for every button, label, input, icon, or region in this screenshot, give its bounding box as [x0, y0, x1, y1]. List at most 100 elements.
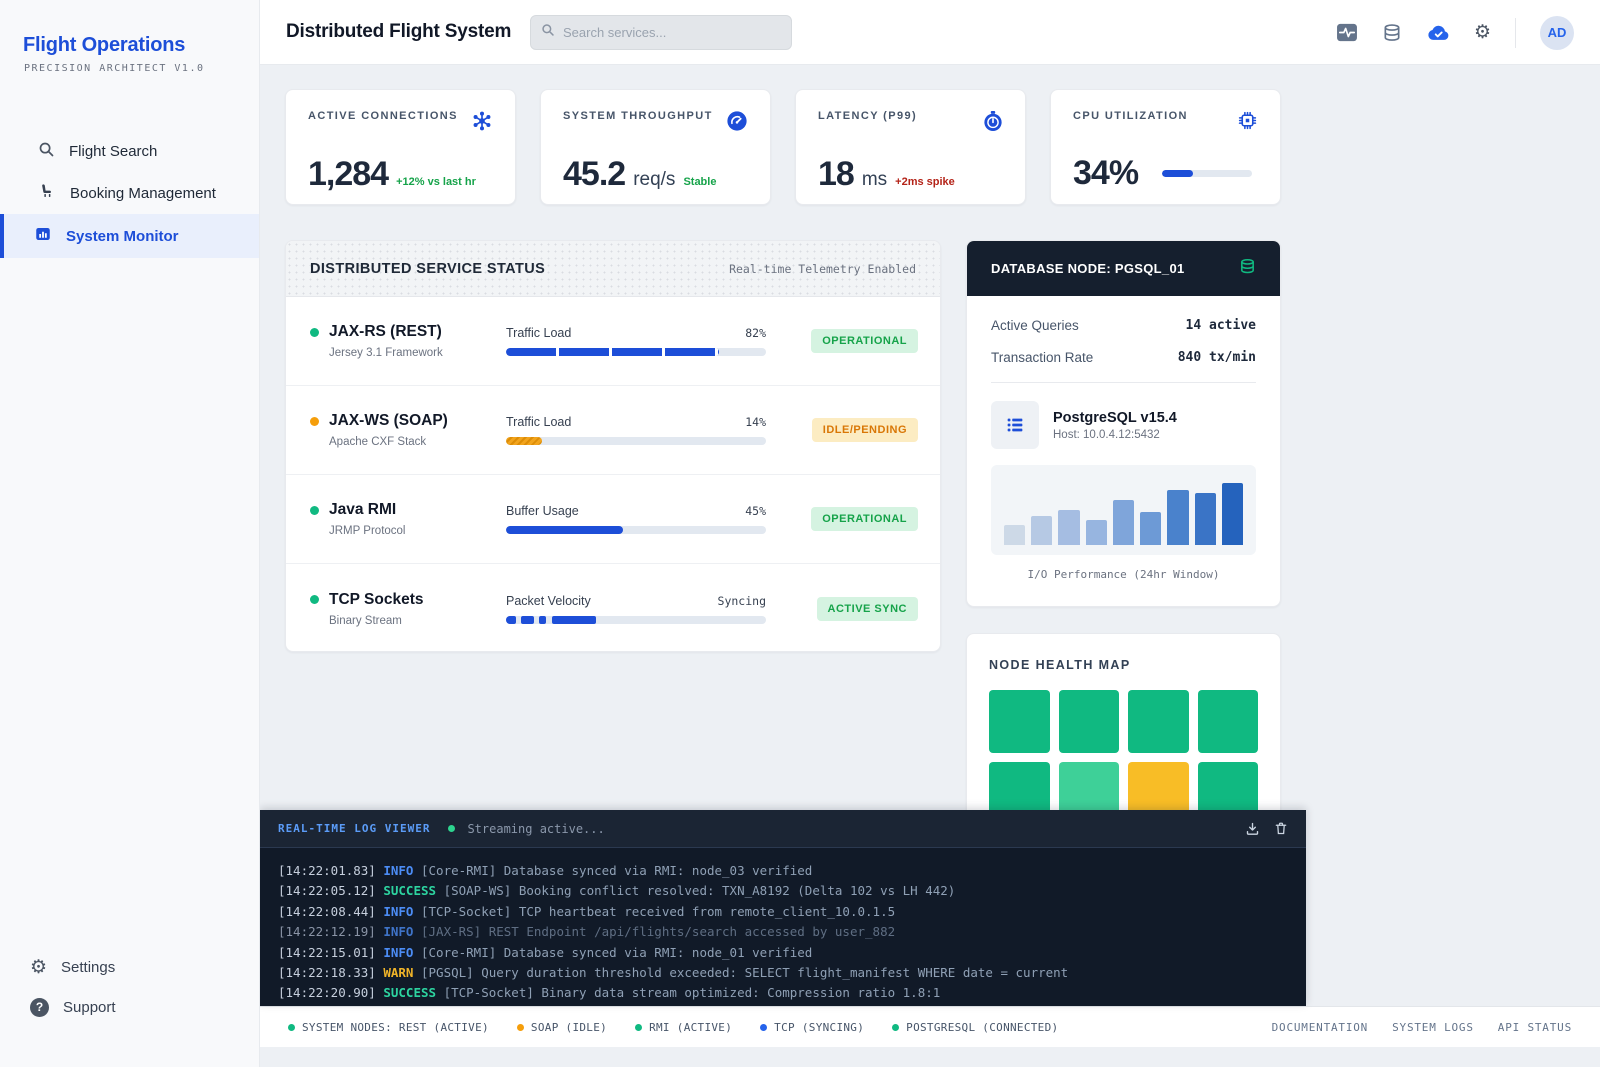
service-metric-value: Syncing	[718, 594, 766, 608]
log-level: SUCCESS	[383, 985, 443, 1000]
database-stat-value: 14 active	[1186, 318, 1256, 333]
card-unit: ms	[862, 169, 887, 191]
card-value: 45.2	[563, 155, 625, 194]
card-header: CPU UTILIZATION	[1073, 110, 1258, 136]
service-row-jax-rs-rest-: JAX-RS (REST)Jersey 3.1 FrameworkTraffic…	[286, 297, 940, 386]
search-icon	[38, 141, 55, 162]
status-dot	[517, 1024, 524, 1031]
service-badge-col: OPERATIONAL	[766, 329, 918, 353]
service-status-title: DISTRIBUTED SERVICE STATUS	[310, 261, 545, 277]
metric-card-cpu-utilization: CPU UTILIZATION 34%	[1050, 89, 1281, 205]
log-message: [Core-RMI] Database synced via RMI: node…	[421, 863, 812, 878]
database-stat-row: Transaction Rate840 tx/min	[991, 350, 1256, 365]
log-line: [14:22:08.44] INFO [TCP-Socket] TCP hear…	[278, 902, 1288, 922]
service-metric-label: Traffic Load	[506, 415, 571, 429]
gauge-icon	[726, 110, 748, 137]
sidebar-item-flight-search[interactable]: Flight Search	[0, 130, 259, 172]
cloud-check-icon[interactable]	[1426, 23, 1450, 43]
list-icon	[991, 401, 1039, 449]
service-bar-col: Packet VelocitySyncing	[506, 594, 766, 624]
sidebar-item-booking-management[interactable]: Booking Management	[0, 172, 259, 214]
log-viewer: REAL-TIME LOG VIEWER Streaming active...…	[260, 810, 1306, 1006]
status-item: TCP (SYNCING)	[760, 1021, 864, 1034]
service-bar-labels: Traffic Load82%	[506, 326, 766, 340]
app-title: Flight Operations	[23, 34, 259, 57]
status-link-api-status[interactable]: API STATUS	[1498, 1021, 1572, 1034]
status-item: SOAP (IDLE)	[517, 1021, 607, 1034]
card-header: ACTIVE CONNECTIONS	[308, 110, 493, 137]
status-text: SYSTEM NODES: REST (ACTIVE)	[302, 1021, 489, 1034]
database-stats: Active Queries14 activeTransaction Rate8…	[991, 318, 1256, 365]
clear-logs-button[interactable]	[1274, 821, 1288, 836]
download-logs-button[interactable]	[1245, 821, 1260, 836]
service-progress-track	[506, 348, 766, 356]
log-level: INFO	[383, 863, 421, 878]
search-box[interactable]	[530, 15, 792, 50]
card-header: LATENCY (P99)	[818, 110, 1003, 137]
card-value-row: 34%	[1073, 154, 1258, 193]
service-badge-col: OPERATIONAL	[766, 507, 918, 531]
status-badge: OPERATIONAL	[811, 507, 918, 531]
service-status-header: DISTRIBUTED SERVICE STATUS Real-time Tel…	[286, 241, 940, 297]
service-metric-value: 45%	[745, 504, 766, 518]
service-name: JAX-RS (REST)	[310, 323, 506, 341]
sidebar-support-button[interactable]: ?Support	[0, 987, 259, 1027]
log-timestamp: [14:22:15.01]	[278, 945, 383, 960]
service-progress-fill	[506, 348, 719, 356]
log-level: INFO	[383, 904, 421, 919]
node-health-title: NODE HEALTH MAP	[989, 658, 1258, 672]
app-subtitle: PRECISION ARCHITECT V1.0	[24, 63, 259, 74]
card-value-row: 45.2req/sStable	[563, 155, 748, 194]
service-name-text: TCP Sockets	[329, 591, 423, 609]
cpu-progress-bar	[1162, 170, 1252, 177]
search-input[interactable]	[563, 25, 763, 40]
sidebar-item-system-monitor[interactable]: System Monitor	[0, 214, 259, 258]
service-progress-track	[506, 437, 766, 445]
card-label: ACTIVE CONNECTIONS	[308, 110, 458, 122]
database-icon[interactable]	[1382, 23, 1402, 43]
service-progress-fill	[506, 437, 542, 445]
service-status-dot	[310, 328, 319, 337]
service-metric-value: 14%	[745, 415, 766, 429]
hub-icon	[471, 110, 493, 137]
database-panel-header: DATABASE NODE: PGSQL_01	[967, 241, 1280, 296]
sidebar: Flight Operations PRECISION ARCHITECT V1…	[0, 0, 260, 1067]
status-text: RMI (ACTIVE)	[649, 1021, 732, 1034]
status-link-system-logs[interactable]: SYSTEM LOGS	[1392, 1021, 1474, 1034]
main-area: Distributed Flight System ⚙AD ACTIVE CON…	[260, 0, 1600, 1067]
database-engine: PostgreSQL v15.4 Host: 10.0.4.12:5432	[991, 401, 1256, 449]
metric-card-active-connections: ACTIVE CONNECTIONS1,284+12% vs last hr	[285, 89, 516, 205]
health-cell	[989, 690, 1050, 753]
status-link-documentation[interactable]: DOCUMENTATION	[1272, 1021, 1369, 1034]
io-chart-bar	[1140, 512, 1161, 545]
database-panel: DATABASE NODE: PGSQL_01 Active Queries14…	[966, 240, 1281, 607]
log-message: [SOAP-WS] Booking conflict resolved: TXN…	[444, 883, 956, 898]
status-text: POSTGRESQL (CONNECTED)	[906, 1021, 1058, 1034]
avatar[interactable]: AD	[1540, 16, 1574, 50]
topbar: Distributed Flight System ⚙AD	[260, 0, 1600, 65]
service-rows: JAX-RS (REST)Jersey 3.1 FrameworkTraffic…	[286, 297, 940, 652]
status-badge: OPERATIONAL	[811, 329, 918, 353]
status-text: SOAP (IDLE)	[531, 1021, 607, 1034]
database-engine-info: PostgreSQL v15.4 Host: 10.0.4.12:5432	[1053, 410, 1177, 441]
health-cell	[1059, 690, 1120, 753]
service-metric-label: Buffer Usage	[506, 504, 579, 518]
service-name-text: Java RMI	[329, 501, 396, 519]
streaming-status-label: Streaming active...	[467, 822, 604, 836]
sidebar-settings-button[interactable]: ⚙Settings	[0, 947, 259, 987]
status-dot	[288, 1024, 295, 1031]
status-badge: ACTIVE SYNC	[817, 597, 918, 621]
status-item: SYSTEM NODES: REST (ACTIVE)	[288, 1021, 489, 1034]
log-line: [14:22:18.33] WARN [PGSQL] Query duratio…	[278, 963, 1288, 983]
activity-icon[interactable]	[1336, 23, 1358, 42]
gear-icon: ⚙	[30, 958, 47, 977]
service-badge-col: IDLE/PENDING	[766, 418, 918, 442]
status-dot	[635, 1024, 642, 1031]
service-bar-col: Traffic Load82%	[506, 326, 766, 356]
log-line: [14:22:20.90] SUCCESS [TCP-Socket] Binar…	[278, 983, 1288, 1003]
service-subtitle: JRMP Protocol	[329, 525, 506, 537]
sidebar-item-label: System Monitor	[66, 228, 179, 245]
gear-icon[interactable]: ⚙	[1474, 23, 1491, 42]
status-item: POSTGRESQL (CONNECTED)	[892, 1021, 1058, 1034]
status-text: TCP (SYNCING)	[774, 1021, 864, 1034]
